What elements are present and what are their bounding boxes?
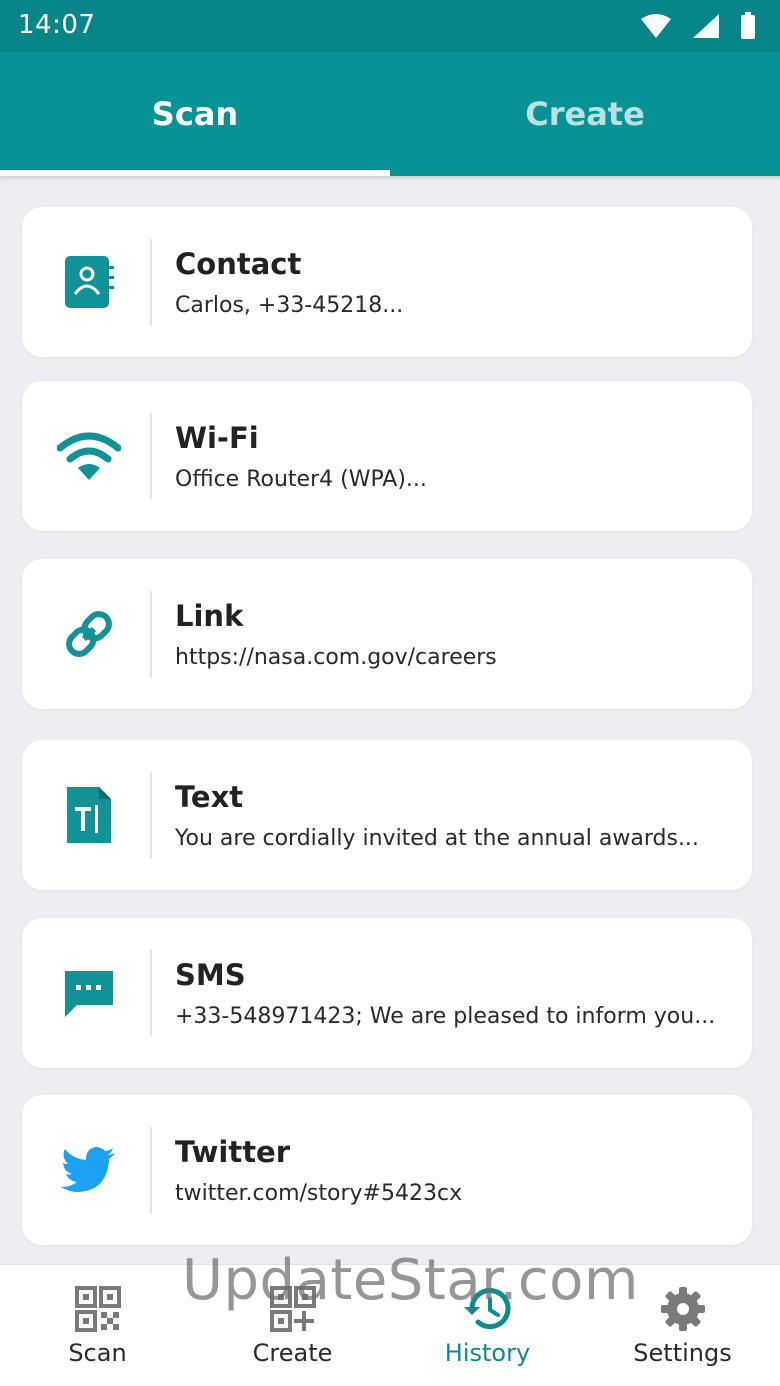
card-divider (150, 239, 152, 325)
card-divider (150, 950, 152, 1036)
nav-scan[interactable]: Scan (0, 1265, 195, 1386)
history-item-subtitle: Carlos, +33-45218... (175, 293, 404, 318)
twitter-icon (52, 1133, 126, 1207)
cellular-signal-icon (692, 13, 720, 43)
nav-label: Scan (68, 1339, 127, 1367)
top-tab-bar: Scan Create (0, 52, 780, 176)
history-item-title: Text (175, 780, 244, 814)
nav-history[interactable]: History (390, 1265, 585, 1386)
history-item-title: Wi-Fi (175, 421, 259, 455)
history-item-title: Contact (175, 247, 302, 281)
create-qr-icon (267, 1283, 319, 1335)
nav-label: History (444, 1339, 531, 1367)
tab-scan[interactable]: Scan (0, 52, 390, 176)
history-item-title: SMS (175, 958, 246, 992)
nav-create[interactable]: Create (195, 1265, 390, 1386)
history-item-subtitle: https://nasa.com.gov/careers (175, 645, 497, 670)
nav-settings[interactable]: Settings (585, 1265, 780, 1386)
status-bar: 14:07 (0, 0, 780, 52)
tab-indicator (0, 170, 390, 176)
history-item-twitter[interactable]: Twitter twitter.com/story#5423cx (22, 1095, 752, 1245)
bottom-navigation: Scan Create History Settings (0, 1264, 780, 1386)
card-divider (150, 413, 152, 499)
tab-create[interactable]: Create (390, 52, 780, 176)
card-divider (150, 772, 152, 858)
wifi-signal-icon (640, 13, 672, 43)
history-item-link[interactable]: Link https://nasa.com.gov/careers (22, 559, 752, 709)
sms-icon (52, 956, 126, 1030)
wifi-icon (52, 419, 126, 493)
text-document-icon (52, 778, 126, 852)
history-item-subtitle: Office Router4 (WPA)... (175, 467, 427, 492)
history-item-contact[interactable]: Contact Carlos, +33-45218... (22, 207, 752, 357)
qr-code-icon (72, 1283, 124, 1335)
history-item-subtitle: +33-548971423; We are pleased to inform … (175, 1004, 716, 1029)
card-divider (150, 1127, 152, 1213)
link-icon (52, 597, 126, 671)
card-divider (150, 591, 152, 677)
history-icon (462, 1283, 514, 1335)
gear-icon (657, 1283, 709, 1335)
history-item-text[interactable]: Text You are cordially invited at the an… (22, 740, 752, 890)
history-item-subtitle: You are cordially invited at the annual … (175, 826, 699, 851)
history-item-wifi[interactable]: Wi-Fi Office Router4 (WPA)... (22, 381, 752, 531)
history-item-title: Link (175, 599, 244, 633)
history-item-subtitle: twitter.com/story#5423cx (175, 1181, 463, 1206)
nav-label: Settings (633, 1339, 732, 1367)
battery-icon (740, 12, 756, 44)
nav-label: Create (252, 1339, 333, 1367)
status-time: 14:07 (18, 10, 96, 40)
history-item-title: Twitter (175, 1135, 291, 1169)
history-item-sms[interactable]: SMS +33-548971423; We are pleased to inf… (22, 918, 752, 1068)
status-icons (640, 12, 756, 44)
contact-book-icon (52, 245, 126, 319)
